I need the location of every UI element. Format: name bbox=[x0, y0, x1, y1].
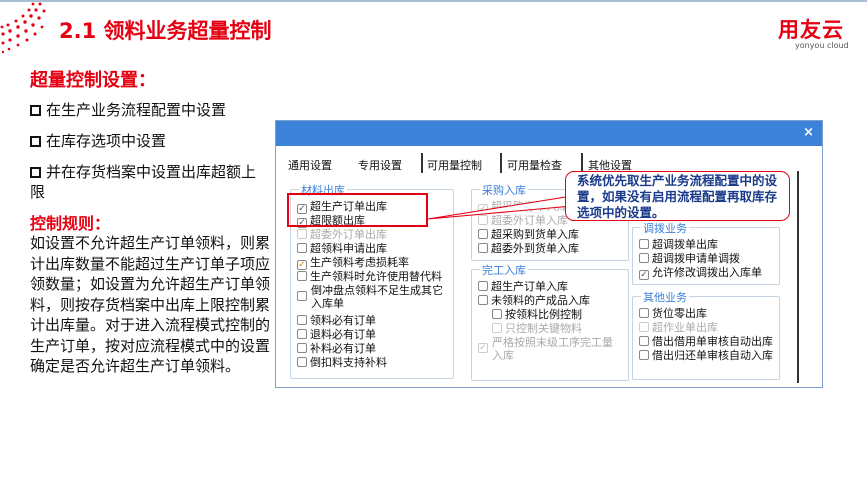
logo-subtitle: yonyou cloud bbox=[795, 41, 849, 50]
checkbox[interactable]: 只控制关键物料 bbox=[492, 322, 582, 335]
checkbox[interactable]: 生产领料时允许使用替代料 bbox=[297, 270, 442, 283]
tab-special[interactable]: 专用设置 bbox=[358, 157, 402, 173]
checkbox[interactable]: 补料必有订单 bbox=[297, 342, 376, 355]
bullet-box-icon bbox=[30, 136, 41, 147]
checkbox[interactable]: ✓ 生产领料考虑损耗率 bbox=[297, 256, 409, 270]
checkbox[interactable]: 超领料申请出库 bbox=[297, 242, 387, 255]
bullet-box-icon bbox=[30, 105, 41, 116]
checkbox[interactable]: 超生产订单入库 bbox=[478, 280, 568, 293]
checkbox[interactable]: 超委外订单入库 bbox=[478, 214, 568, 227]
yonyou-logo: 用友云 bbox=[778, 18, 844, 42]
checkbox[interactable]: 退料必有订单 bbox=[297, 328, 376, 341]
bullet-box-icon bbox=[30, 167, 41, 178]
setting-item-text: 并在存货档案中设置出库超额上限 bbox=[30, 163, 257, 201]
checkbox[interactable]: ✓ 允许修改调拨出入库单 bbox=[639, 266, 762, 280]
checkbox[interactable]: 领料必有订单 bbox=[297, 314, 376, 327]
group-finish-in: 完工入库 超生产订单入库 未领料的产成品入库 按领料比例控制 只控制关键物料 ✓… bbox=[471, 262, 629, 381]
checkbox[interactable]: 货位零出库 bbox=[639, 307, 707, 320]
group-title: 采购入库 bbox=[480, 182, 528, 198]
checkbox[interactable]: 倒扣料支持补料 bbox=[297, 356, 387, 369]
highlight-box bbox=[287, 193, 428, 227]
setting-item: 在库存选项中设置 bbox=[30, 131, 265, 151]
tab-availability-check[interactable]: 可用量检查 bbox=[507, 157, 562, 173]
checkbox[interactable]: 超调拨单出库 bbox=[639, 238, 718, 251]
callout-note: 系统优先取生产业务流程配置中的设置，如果没有启用流程配置再取库存选项中的设置。 bbox=[565, 171, 790, 221]
checkbox[interactable]: ✓ 严格按照末级工序完工量入库 bbox=[478, 336, 623, 362]
group-title: 其他业务 bbox=[641, 289, 689, 305]
setting-item-text: 在生产业务流程配置中设置 bbox=[46, 101, 227, 119]
group-title: 调拨业务 bbox=[641, 220, 689, 236]
setting-item-text: 在库存选项中设置 bbox=[46, 132, 167, 150]
setting-item: 并在存货档案中设置出库超额上限 bbox=[30, 162, 265, 202]
checkbox[interactable]: 超委外订单出库 bbox=[297, 228, 387, 241]
checkbox[interactable]: 超委外到货单入库 bbox=[478, 242, 579, 255]
checkbox[interactable]: 借出归还单审核自动入库 bbox=[639, 349, 773, 362]
checkbox[interactable]: 按领料比例控制 bbox=[492, 308, 582, 321]
checkbox[interactable]: 倒冲盘点领料不足生成其它入库单 bbox=[297, 284, 447, 310]
decorative-dots-icon bbox=[0, 2, 46, 54]
tab-general[interactable]: 通用设置 bbox=[288, 157, 332, 173]
scroll-divider bbox=[797, 171, 799, 383]
slide-title: 2.1 领料业务超量控制 bbox=[59, 19, 272, 43]
checkbox[interactable]: 超调拨申请单调拨 bbox=[639, 252, 740, 265]
rule-heading: 控制规则： bbox=[30, 214, 111, 233]
checkbox[interactable]: 借出借用单审核自动出库 bbox=[639, 335, 773, 348]
setting-heading: 超量控制设置： bbox=[30, 70, 156, 91]
checkbox[interactable]: 超采购到货单入库 bbox=[478, 228, 579, 241]
group-transfer: 调拨业务 超调拨单出库 超调拨申请单调拨 ✓ 允许修改调拨出入库单 bbox=[632, 220, 780, 285]
group-title: 完工入库 bbox=[480, 262, 528, 278]
setting-item: 在生产业务流程配置中设置 bbox=[30, 100, 265, 120]
top-border bbox=[0, 0, 867, 2]
checkbox[interactable]: ✓ 超采购订单入库 bbox=[478, 200, 568, 214]
checkbox[interactable]: 未领料的产成品入库 bbox=[478, 294, 590, 307]
close-icon[interactable]: × bbox=[803, 125, 814, 140]
group-other: 其他业务 货位零出库 超作业单出库 借出借用单审核自动出库 借出归还单审核自动入… bbox=[632, 289, 780, 380]
dialog-titlebar bbox=[276, 121, 822, 146]
tab-availability-control[interactable]: 可用量控制 bbox=[427, 157, 482, 173]
checkbox[interactable]: 超作业单出库 bbox=[639, 321, 718, 334]
options-dialog: × 通用设置 专用设置 可用量控制 可用量检查 其他设置 材料出库 ✓ 超生产订单… bbox=[275, 120, 823, 388]
rule-text: 如设置不允许超生产订单领料，则累计出库数量不能超过生产订单子项应领数量；如设置为… bbox=[30, 234, 271, 375]
